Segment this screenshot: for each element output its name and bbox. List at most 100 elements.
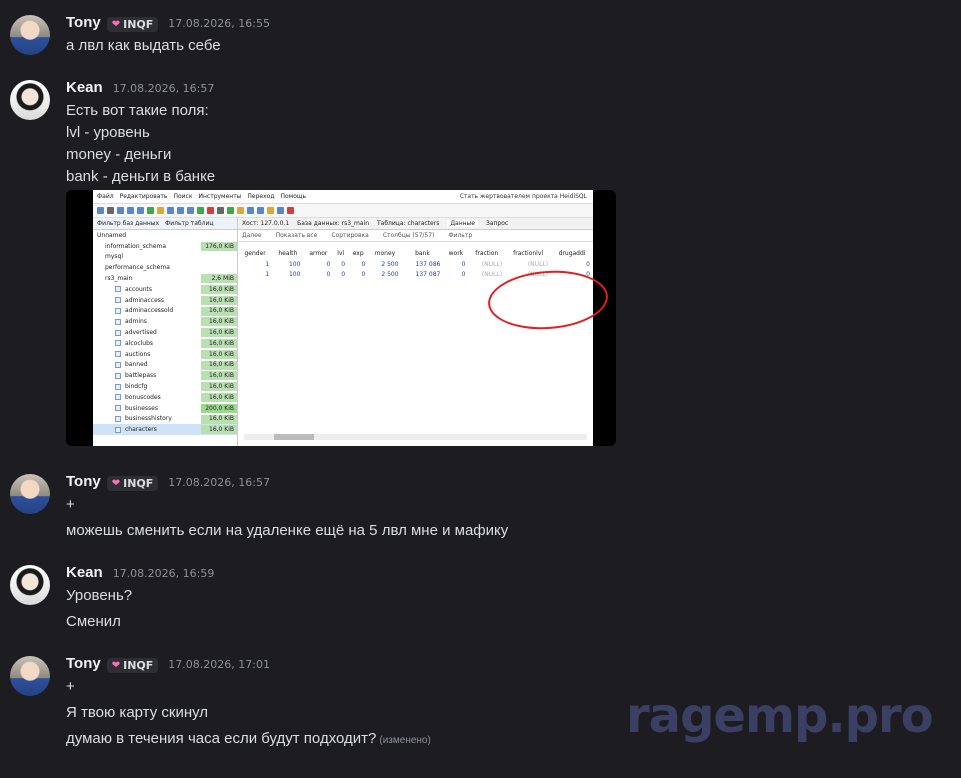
tree-item: adminaccess 16,0 KiB	[93, 295, 237, 306]
next-icon	[187, 207, 194, 214]
tree-item: adminaccessold 16,0 KiB	[93, 306, 237, 317]
server-tag[interactable]: ❤ INQF	[106, 17, 159, 32]
author-name[interactable]: Tony	[66, 473, 101, 490]
column-header: armor	[309, 250, 328, 257]
tree-item-name: performance_schema	[105, 264, 170, 272]
tree-item-size: 16,0 KiB	[209, 372, 234, 380]
tree-item: alcoclubs 16,0 KiB	[93, 338, 237, 349]
tree-item-name: auctions	[125, 350, 151, 358]
table-cell: 100	[288, 260, 301, 268]
watermark: ragemp.pro	[626, 688, 934, 744]
tree-item: rs3_main 2,6 MiB	[93, 273, 237, 284]
tab-bar: Хост: 127.0.0.1 База данных: rs3_main Та…	[238, 218, 593, 230]
menu-item: Редактировать	[119, 193, 168, 200]
tree-item-name: bindcfg	[125, 383, 148, 391]
show-all-button: Показать все	[275, 232, 318, 239]
tree-item: banned 16,0 KiB	[93, 360, 237, 371]
tree-item-size: 16,0 KiB	[209, 383, 234, 391]
column-header: lvl	[337, 250, 345, 257]
prev-icon	[177, 207, 184, 214]
message-text: Есть вот такие поля:	[66, 102, 209, 119]
tab-host: Хост: 127.0.0.1	[242, 220, 290, 227]
tree-item-size: 176,0 KiB	[205, 242, 234, 250]
table-icon	[115, 318, 121, 325]
tree-item: mysql	[93, 252, 237, 263]
tree-item-size: 16,0 KiB	[209, 318, 234, 326]
tree-item: advertised 16,0 KiB	[93, 327, 237, 338]
column-header: fraction	[475, 250, 499, 257]
table-row: 1 100 0 0 0 2 500 137 086 0 (NULL) (NULL) 0	[238, 259, 593, 269]
tree-item-size: 16,0 KiB	[209, 393, 234, 401]
table-cell: 2 500	[381, 260, 399, 268]
tree-item-name: adminaccess	[125, 296, 165, 304]
menu-item: Переход	[247, 193, 275, 200]
message-text: lvl - уровень	[66, 124, 150, 141]
tab-query: Запрос	[485, 220, 509, 227]
table-icon	[115, 361, 121, 368]
tree-item: battlepass 16,0 KiB	[93, 370, 237, 381]
table-cell: (NULL)	[481, 260, 503, 268]
table-icon	[115, 340, 121, 347]
tree-item: businesshistory 16,0 KiB	[93, 414, 237, 425]
format-icon	[257, 207, 264, 214]
database-tree: Фильтр баз данных Фильтр таблиц Unnamed i…	[93, 218, 238, 446]
tree-item-size: 16,0 KiB	[209, 296, 234, 304]
export-icon	[157, 207, 164, 214]
tree-item-name: accounts	[125, 285, 153, 293]
table-icon	[115, 426, 121, 433]
tree-item-name: banned	[125, 361, 148, 369]
server-tag[interactable]: ❤ INQF	[106, 476, 159, 491]
tab-table: Таблица: characters	[377, 220, 440, 227]
table-cell: 137 087	[415, 270, 441, 278]
author-name[interactable]: Kean	[66, 79, 103, 96]
tree-item-size: 16,0 KiB	[209, 307, 234, 315]
author-name[interactable]: Tony	[66, 14, 101, 31]
avatar[interactable]	[10, 80, 50, 120]
table-cell: 137 086	[415, 260, 441, 268]
heart-icon: ❤	[111, 19, 121, 30]
table-cell: 1	[265, 260, 270, 268]
db-filter: Фильтр баз данных	[97, 220, 160, 227]
tree-item-name: admins	[125, 318, 147, 326]
donate-link: Стать жертвователем проекта HeidiSQL	[459, 193, 587, 200]
tree-item-name: businesshistory	[125, 415, 172, 423]
tree-item: information_schema 176,0 KiB	[93, 241, 237, 252]
message-text: Я твою карту скинул	[66, 704, 209, 721]
column-header: drugaddi	[558, 250, 586, 257]
table-icon	[115, 351, 121, 358]
first-icon	[167, 207, 174, 214]
message-header: Tony ❤ INQF 17.08.2026, 17:01	[66, 655, 270, 673]
server-tag[interactable]: ❤ INQF	[106, 658, 159, 673]
data-filter-bar: Далее Показать все Сортировка Столбцы (5…	[238, 230, 593, 242]
avatar[interactable]	[10, 565, 50, 605]
tree-item-name: information_schema	[105, 242, 167, 250]
author-name[interactable]: Kean	[66, 564, 103, 581]
table-cell: 0	[341, 260, 346, 268]
paste-icon	[127, 207, 134, 214]
tree-item-size: 16,0 KiB	[209, 361, 234, 369]
message-header: Kean 17.08.2026, 16:57	[66, 79, 214, 96]
table-icon	[115, 297, 121, 304]
save-icon	[247, 207, 254, 214]
table-icon	[115, 394, 121, 401]
horizontal-scrollbar	[244, 434, 587, 440]
avatar[interactable]	[10, 656, 50, 696]
avatar[interactable]	[10, 15, 50, 55]
table-cell: 0	[326, 260, 331, 268]
message-text: думаю в течения часа если будут подходит…	[66, 730, 431, 747]
dropdown-icon	[107, 207, 114, 214]
sort-button: Сортировка	[331, 232, 369, 239]
author-name[interactable]: Tony	[66, 655, 101, 672]
message-text: а лвл как выдать себе	[66, 37, 221, 54]
tree-item: bonuscodes 16,0 KiB	[93, 392, 237, 403]
add-row-icon	[197, 207, 204, 214]
copy-icon	[117, 207, 124, 214]
heart-icon: ❤	[111, 478, 121, 489]
menu-item: Файл	[97, 193, 114, 200]
message-text: +	[66, 496, 75, 513]
table-icon	[115, 329, 121, 336]
tab-database: База данных: rs3_main	[297, 220, 369, 227]
image-attachment[interactable]: Файл Редактировать Поиск Инструменты Пер…	[66, 190, 616, 446]
table-icon	[115, 415, 121, 422]
avatar[interactable]	[10, 474, 50, 514]
